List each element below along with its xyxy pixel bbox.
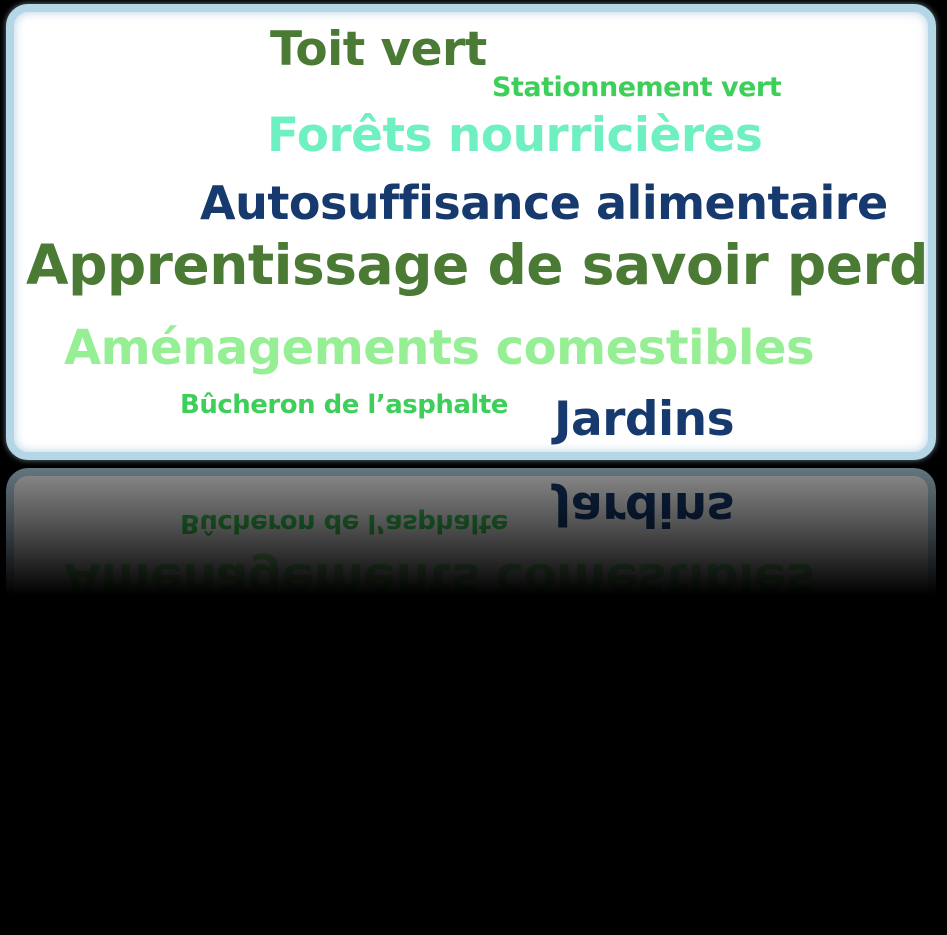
word-jardins: Jardins	[554, 392, 735, 447]
word-stationnement-vert: Stationnement vert	[492, 72, 782, 103]
word-bucheron-asphalte: Bûcheron de l’asphalte	[180, 390, 508, 420]
word-forets-nourricieres: Forêts nourricières	[267, 108, 763, 163]
word-cloud-card: Toit vert Stationnement vert Forêts nour…	[6, 4, 936, 460]
word-toit-vert: Toit vert	[270, 22, 487, 77]
word-amenagements-comestibles: Aménagements comestibles	[64, 320, 815, 376]
reflection-word-amenagements: Aménagements comestibles	[64, 552, 815, 608]
word-autosuffisance-alimentaire: Autosuffisance alimentaire	[200, 176, 888, 230]
word-cloud-reflection: Aménagements comestibles Bûcheron de l’a…	[6, 468, 936, 924]
reflection-word-jardins: Jardins	[554, 481, 735, 536]
word-apprentissage-savoir-perdu: Apprentissage de savoir perdu	[26, 233, 936, 297]
reflection-word-bucheron: Bûcheron de l’asphalte	[180, 508, 508, 538]
